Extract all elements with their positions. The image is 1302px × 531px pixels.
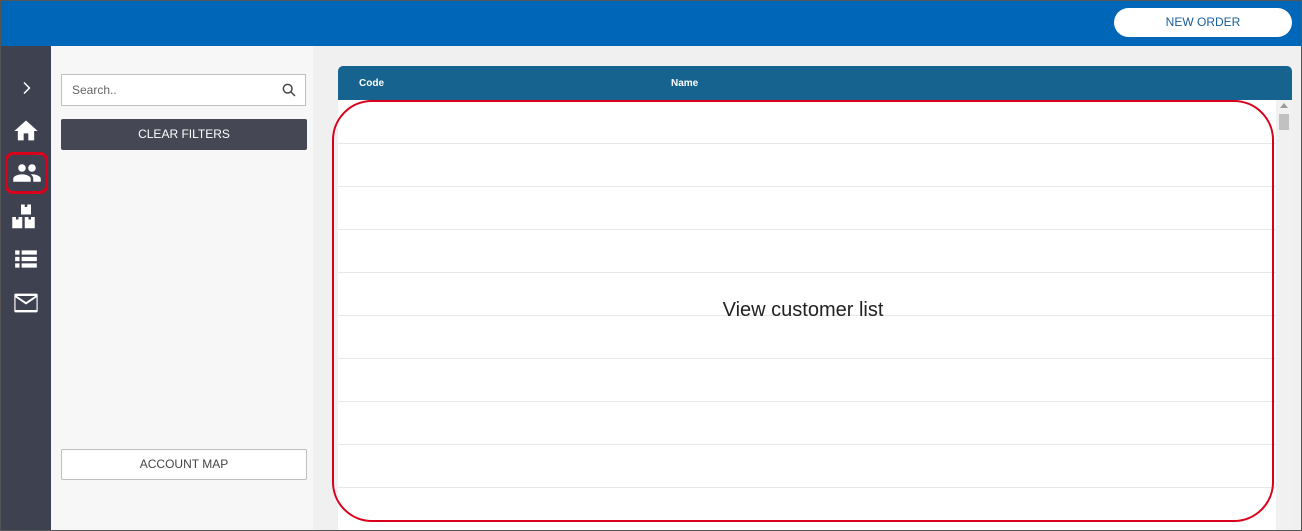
column-header-code[interactable]: Code xyxy=(359,78,384,89)
main-content: Code Name xyxy=(313,46,1301,530)
search-box xyxy=(61,74,306,106)
table-scrollbar[interactable] xyxy=(1276,100,1292,530)
chevron-right-icon[interactable] xyxy=(6,68,46,108)
table-header: Code Name xyxy=(338,66,1292,100)
table-row xyxy=(338,315,1276,316)
mail-icon[interactable] xyxy=(6,283,46,323)
search-icon[interactable] xyxy=(281,82,297,98)
customer-table: Code Name xyxy=(338,66,1292,530)
table-row xyxy=(338,358,1276,359)
column-header-name[interactable]: Name xyxy=(671,78,698,89)
app-window: NEW ORDER Search.. CLEAR FILTERS ACCOUNT… xyxy=(0,0,1302,531)
account-map-button[interactable]: ACCOUNT MAP xyxy=(61,449,307,480)
clear-filters-button[interactable]: CLEAR FILTERS xyxy=(61,119,307,150)
people-icon[interactable] xyxy=(5,152,48,194)
table-row xyxy=(338,229,1276,230)
table-row xyxy=(338,186,1276,187)
table-row xyxy=(338,272,1276,273)
scroll-thumb[interactable] xyxy=(1279,114,1289,130)
table-row xyxy=(338,401,1276,402)
search-input[interactable] xyxy=(62,75,262,105)
boxes-icon[interactable] xyxy=(6,197,46,237)
home-icon[interactable] xyxy=(6,111,46,151)
table-row xyxy=(338,444,1276,445)
scroll-up-icon[interactable] xyxy=(1280,103,1288,108)
table-row xyxy=(338,487,1276,488)
filter-panel: CLEAR FILTERS ACCOUNT MAP xyxy=(51,46,313,530)
side-nav xyxy=(1,46,51,530)
list-icon[interactable] xyxy=(6,239,46,279)
table-row xyxy=(338,143,1276,144)
new-order-button[interactable]: NEW ORDER xyxy=(1114,8,1292,37)
top-bar: NEW ORDER xyxy=(1,1,1301,46)
